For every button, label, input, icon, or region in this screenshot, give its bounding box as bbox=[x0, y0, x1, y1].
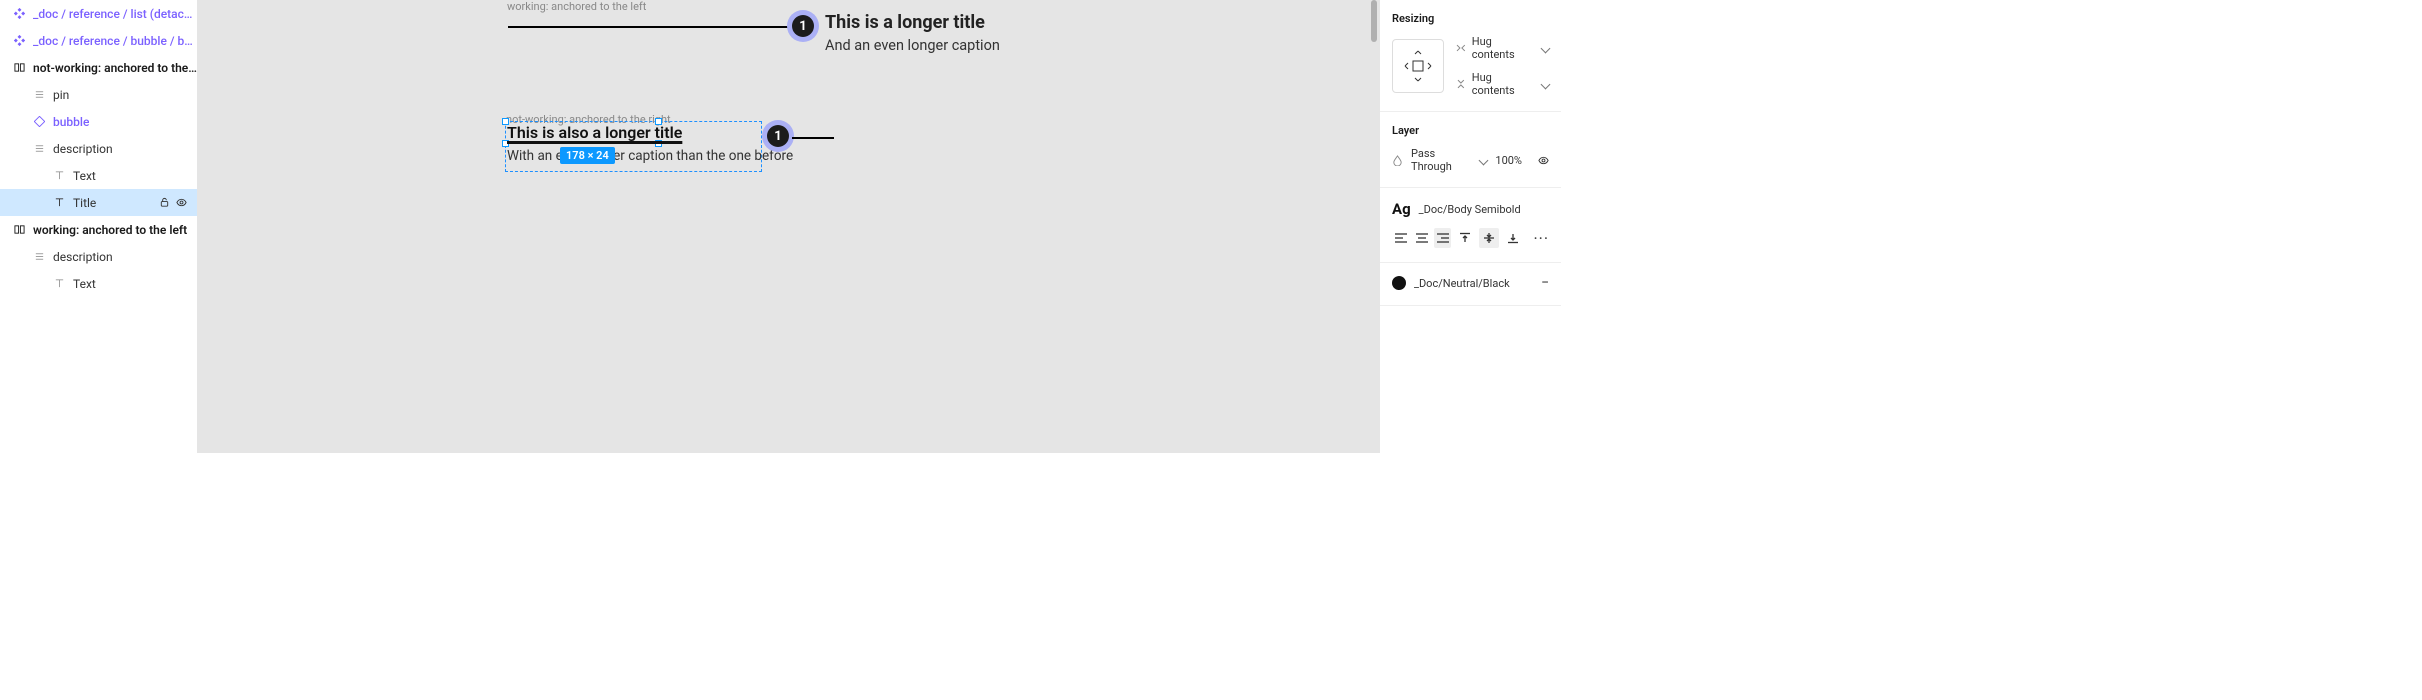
layer-label: description bbox=[53, 250, 113, 264]
blend-icon[interactable] bbox=[1392, 155, 1403, 166]
caption-text-2: With an even longer caption than the one… bbox=[507, 148, 793, 164]
text-valign-top-button[interactable] bbox=[1455, 228, 1475, 248]
bubble-number: 1 bbox=[767, 125, 789, 147]
text-valign-middle-button[interactable] bbox=[1479, 228, 1499, 248]
layers-panel: _doc / reference / list (detach to … _do… bbox=[0, 0, 198, 453]
frame-label-working[interactable]: working: anchored to the left bbox=[507, 0, 646, 13]
layer-label: bubble bbox=[53, 115, 89, 129]
text-icon bbox=[54, 278, 65, 289]
chevron-down-icon bbox=[1542, 42, 1549, 55]
layer-label: _doc / reference / bubble / base bbox=[33, 34, 197, 48]
title-text: This is a longer title bbox=[825, 12, 1000, 33]
chevron-down-icon bbox=[1480, 154, 1487, 167]
canvas[interactable]: working: anchored to the left 1 This is … bbox=[198, 0, 1379, 453]
caption-text: And an even longer caption bbox=[825, 37, 1000, 54]
eye-icon[interactable] bbox=[176, 197, 187, 208]
frame-icon bbox=[34, 143, 45, 154]
description-block: This is a longer title And an even longe… bbox=[825, 12, 1000, 54]
resize-preview[interactable] bbox=[1392, 39, 1444, 93]
layer-label: Text bbox=[73, 169, 96, 183]
fill-section: _Doc/Neutral/Black − bbox=[1380, 263, 1561, 306]
text-icon bbox=[54, 197, 65, 208]
description-block-2: This is also a longer title With an even… bbox=[507, 123, 793, 164]
layer-label: Text bbox=[73, 277, 96, 291]
section-title: Layer bbox=[1392, 124, 1549, 137]
layer-frame-notworking[interactable]: not-working: anchored to the right bbox=[0, 54, 197, 81]
text-align-right-button[interactable] bbox=[1434, 228, 1451, 248]
layer-label: not-working: anchored to the right bbox=[33, 61, 197, 75]
component-icon bbox=[14, 35, 25, 46]
layer-label: description bbox=[53, 142, 113, 156]
hug-h-icon bbox=[1456, 43, 1466, 53]
remove-fill-button[interactable]: − bbox=[1541, 275, 1549, 291]
inspector-panel: Resizing Hug contents bbox=[1379, 0, 1561, 453]
pin-line bbox=[508, 26, 788, 28]
layer-section: Layer Pass Through 100% bbox=[1380, 112, 1561, 188]
resize-horizontal-dropdown[interactable]: Hug contents bbox=[1456, 35, 1549, 61]
hug-v-icon bbox=[1456, 79, 1466, 89]
blend-mode-dropdown[interactable]: Pass Through bbox=[1411, 147, 1470, 173]
layer-component-ref-list[interactable]: _doc / reference / list (detach to … bbox=[0, 0, 197, 27]
pin-line-2 bbox=[792, 137, 834, 139]
text-style-icon: Ag bbox=[1392, 200, 1411, 218]
text-valign-bottom-button[interactable] bbox=[1503, 228, 1523, 248]
text-align-left-button[interactable] bbox=[1392, 228, 1409, 248]
resize-h-label: Hug contents bbox=[1472, 35, 1536, 61]
frame-icon bbox=[34, 89, 45, 100]
frame-icon bbox=[34, 251, 45, 262]
component-icon bbox=[14, 8, 25, 19]
scrollbar[interactable] bbox=[1371, 0, 1377, 42]
layer-label: pin bbox=[53, 88, 69, 102]
text-section: Ag _Doc/Body Semibold bbox=[1380, 188, 1561, 263]
fill-swatch[interactable] bbox=[1392, 276, 1406, 290]
layer-pin[interactable]: pin bbox=[0, 81, 197, 108]
section-title: Resizing bbox=[1392, 12, 1549, 25]
layer-frame-working[interactable]: working: anchored to the left bbox=[0, 216, 197, 243]
eye-icon[interactable] bbox=[1538, 155, 1549, 166]
instance-icon bbox=[34, 116, 45, 127]
more-type-options-button[interactable]: ··· bbox=[1533, 229, 1549, 248]
layer-text[interactable]: Text bbox=[0, 162, 197, 189]
unlock-icon[interactable] bbox=[159, 197, 170, 208]
resizing-section: Resizing Hug contents bbox=[1380, 0, 1561, 112]
bubble-number: 1 bbox=[792, 15, 814, 37]
layer-description-2[interactable]: description bbox=[0, 243, 197, 270]
text-align-center-button[interactable] bbox=[1413, 228, 1430, 248]
frame-icon bbox=[14, 224, 25, 235]
layer-bubble[interactable]: bubble bbox=[0, 108, 197, 135]
layer-label: _doc / reference / list (detach to … bbox=[33, 7, 197, 21]
text-style-name[interactable]: _Doc/Body Semibold bbox=[1419, 203, 1521, 216]
selection-size-badge: 178 × 24 bbox=[560, 147, 615, 164]
layer-text-2[interactable]: Text bbox=[0, 270, 197, 297]
fill-style-name[interactable]: _Doc/Neutral/Black bbox=[1414, 277, 1510, 290]
layer-label: Title bbox=[73, 196, 96, 210]
chevron-down-icon bbox=[1542, 78, 1549, 91]
layer-label: working: anchored to the left bbox=[33, 223, 187, 237]
layer-component-ref-bubble[interactable]: _doc / reference / bubble / base bbox=[0, 27, 197, 54]
bubble-1: 1 bbox=[787, 10, 819, 42]
layer-description[interactable]: description bbox=[0, 135, 197, 162]
layer-title-selected[interactable]: Title bbox=[0, 189, 197, 216]
resize-vertical-dropdown[interactable]: Hug contents bbox=[1456, 71, 1549, 97]
resize-v-label: Hug contents bbox=[1472, 71, 1536, 97]
text-icon bbox=[54, 170, 65, 181]
title-text-selected[interactable]: This is also a longer title bbox=[507, 123, 793, 142]
bubble-2: 1 bbox=[762, 120, 794, 152]
frame-icon bbox=[14, 62, 25, 73]
opacity-value[interactable]: 100% bbox=[1495, 154, 1522, 167]
